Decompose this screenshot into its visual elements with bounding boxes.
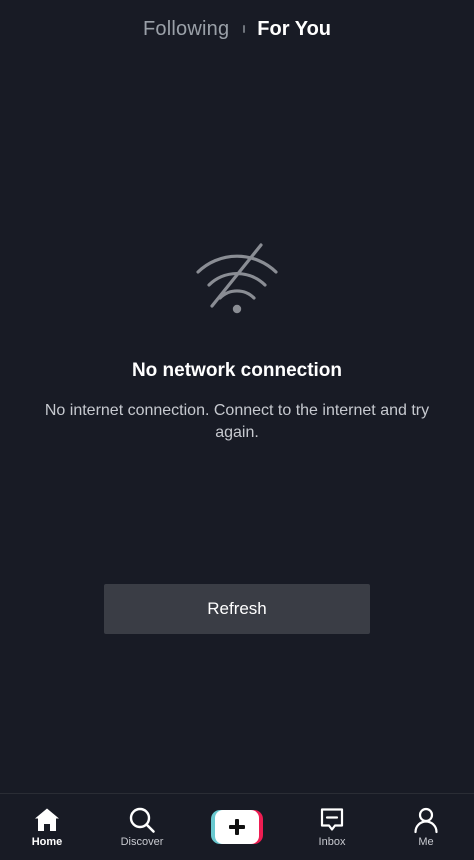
nav-home[interactable]: Home: [7, 794, 87, 860]
nav-discover[interactable]: Discover: [102, 794, 182, 860]
error-description: No internet connection. Connect to the i…: [44, 402, 430, 441]
tab-for-you[interactable]: For You: [257, 18, 331, 41]
home-icon: [35, 808, 59, 831]
nav-inbox-label: Inbox: [318, 836, 346, 848]
error-title: No network connection: [131, 360, 343, 381]
create-button[interactable]: [211, 810, 263, 844]
nav-me[interactable]: Me: [386, 794, 466, 860]
bottom-nav: Home Discover Inbox Me: [0, 793, 474, 860]
plus-icon: [229, 819, 245, 835]
tab-following[interactable]: Following: [143, 18, 229, 41]
nav-discover-label: Discover: [120, 836, 164, 848]
feed-tabs: Following For You: [0, 14, 474, 44]
refresh-button[interactable]: Refresh: [104, 584, 370, 634]
nav-inbox[interactable]: Inbox: [292, 794, 372, 860]
message-icon: [320, 808, 344, 831]
app-screen: Following For You No network connection …: [0, 0, 474, 860]
profile-icon: [414, 807, 438, 834]
nav-me-label: Me: [418, 836, 434, 848]
create-button-face: [215, 810, 259, 844]
search-icon: [129, 807, 155, 833]
tab-divider: [243, 25, 246, 33]
wifi-off-icon: [196, 243, 278, 314]
nav-home-label: Home: [31, 836, 63, 848]
